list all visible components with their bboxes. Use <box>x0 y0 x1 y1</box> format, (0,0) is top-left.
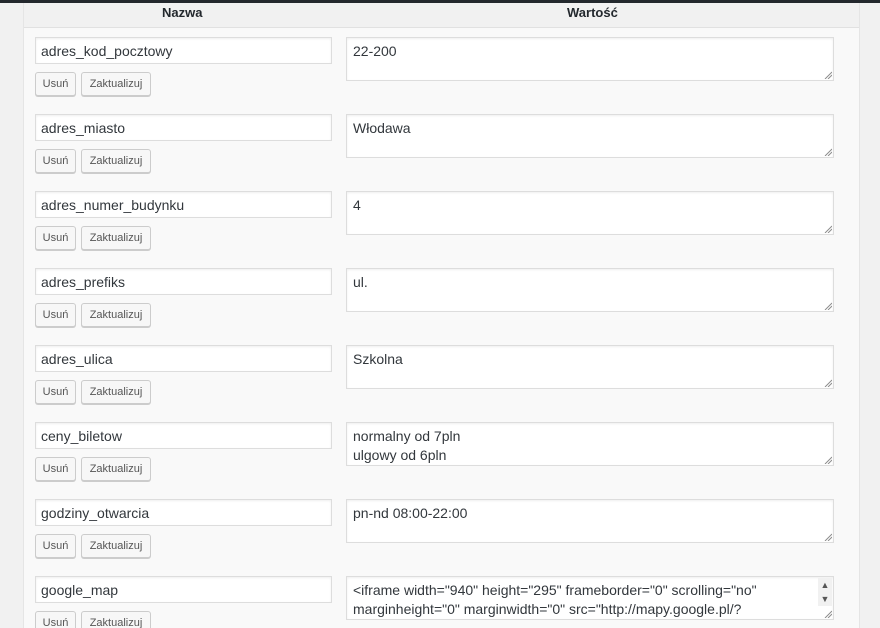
table-row: adres_prefiks Usuń Zaktualizuj ul. <box>24 259 859 336</box>
value-text-line: Włodawa <box>353 120 411 136</box>
update-button[interactable]: Zaktualizuj <box>81 457 151 481</box>
meta-value-textarea[interactable]: 4 <box>346 191 834 235</box>
meta-value-textarea[interactable]: ul. <box>346 268 834 312</box>
value-text-line: Szkolna <box>353 351 403 367</box>
resize-grip-icon[interactable] <box>824 148 832 156</box>
update-button[interactable]: Zaktualizuj <box>81 534 151 558</box>
delete-button[interactable]: Usuń <box>35 72 76 96</box>
update-button[interactable]: Zaktualizuj <box>81 611 151 628</box>
table-row: adres_miasto Usuń Zaktualizuj Włodawa <box>24 105 859 182</box>
resize-grip-icon[interactable] <box>824 71 832 79</box>
scroll-down-arrow-icon[interactable]: ▼ <box>818 592 832 606</box>
value-text-line: <iframe width="940" height="295" framebo… <box>353 582 757 598</box>
scroll-up-arrow-icon[interactable]: ▲ <box>818 578 832 592</box>
value-text-line: 22-200 <box>353 43 397 59</box>
resize-grip-icon[interactable] <box>824 533 832 541</box>
value-text-line: ul. <box>353 274 368 290</box>
meta-key-input[interactable]: adres_miasto <box>35 114 332 141</box>
delete-button[interactable]: Usuń <box>35 611 76 628</box>
value-text-line: pn-nd 08:00-22:00 <box>353 505 468 521</box>
meta-value-textarea[interactable]: pn-nd 08:00-22:00 <box>346 499 834 543</box>
table-row: godziny_otwarcia Usuń Zaktualizuj pn-nd 08:… <box>24 490 859 567</box>
left-gutter <box>0 3 23 628</box>
table-row: adres_numer_budynku Usuń Zaktualizuj 4 <box>24 182 859 259</box>
value-text-line: ulgowy od 6pln <box>353 447 447 463</box>
delete-button[interactable]: Usuń <box>35 534 76 558</box>
table-row: ceny_biletow Usuń Zaktualizuj normalny od 7… <box>24 413 859 490</box>
meta-key-input[interactable]: adres_ulica <box>35 345 332 372</box>
delete-button[interactable]: Usuń <box>35 303 76 327</box>
meta-value-textarea[interactable]: Włodawa <box>346 114 834 158</box>
meta-key-input[interactable]: google_map <box>35 576 332 603</box>
meta-key-input[interactable]: ceny_biletow <box>35 422 332 449</box>
custom-fields-panel: Nazwa Wartość adres_kod_pocztowy Usuń Zakt… <box>23 3 860 628</box>
meta-value-textarea[interactable]: normalny od 7pln ulgowy od 6pln <box>346 422 834 466</box>
table-header: Nazwa Wartość <box>24 3 859 28</box>
custom-fields-list: adres_kod_pocztowy Usuń Zaktualizuj 22-200 a… <box>24 28 859 628</box>
table-row: google_map Usuń Zaktualizuj <iframe width="… <box>24 567 859 628</box>
meta-value-textarea[interactable]: Szkolna <box>346 345 834 389</box>
update-button[interactable]: Zaktualizuj <box>81 149 151 173</box>
meta-key-input[interactable]: adres_kod_pocztowy <box>35 37 332 64</box>
meta-value-textarea[interactable]: 22-200 <box>346 37 834 81</box>
delete-button[interactable]: Usuń <box>35 380 76 404</box>
value-text-line: 4 <box>353 197 361 213</box>
delete-button[interactable]: Usuń <box>35 457 76 481</box>
update-button[interactable]: Zaktualizuj <box>81 226 151 250</box>
delete-button[interactable]: Usuń <box>35 226 76 250</box>
resize-grip-icon[interactable] <box>824 610 832 618</box>
resize-grip-icon[interactable] <box>824 456 832 464</box>
meta-key-input[interactable]: godziny_otwarcia <box>35 499 332 526</box>
update-button[interactable]: Zaktualizuj <box>81 380 151 404</box>
resize-grip-icon[interactable] <box>824 379 832 387</box>
resize-grip-icon[interactable] <box>824 225 832 233</box>
table-row: adres_kod_pocztowy Usuń Zaktualizuj 22-200 <box>24 28 859 105</box>
right-gutter <box>860 3 880 628</box>
delete-button[interactable]: Usuń <box>35 149 76 173</box>
value-text-line: marginheight="0" marginwidth="0" src="ht… <box>353 601 742 617</box>
meta-key-input[interactable]: adres_numer_budynku <box>35 191 332 218</box>
update-button[interactable]: Zaktualizuj <box>81 72 151 96</box>
meta-value-textarea[interactable]: <iframe width="940" height="295" framebo… <box>346 576 834 620</box>
meta-key-input[interactable]: adres_prefiks <box>35 268 332 295</box>
resize-grip-icon[interactable] <box>824 302 832 310</box>
value-text-line: normalny od 7pln <box>353 428 461 444</box>
update-button[interactable]: Zaktualizuj <box>81 303 151 327</box>
column-header-name: Nazwa <box>162 5 203 20</box>
column-header-value: Wartość <box>567 5 618 20</box>
table-row: adres_ulica Usuń Zaktualizuj Szkolna <box>24 336 859 413</box>
